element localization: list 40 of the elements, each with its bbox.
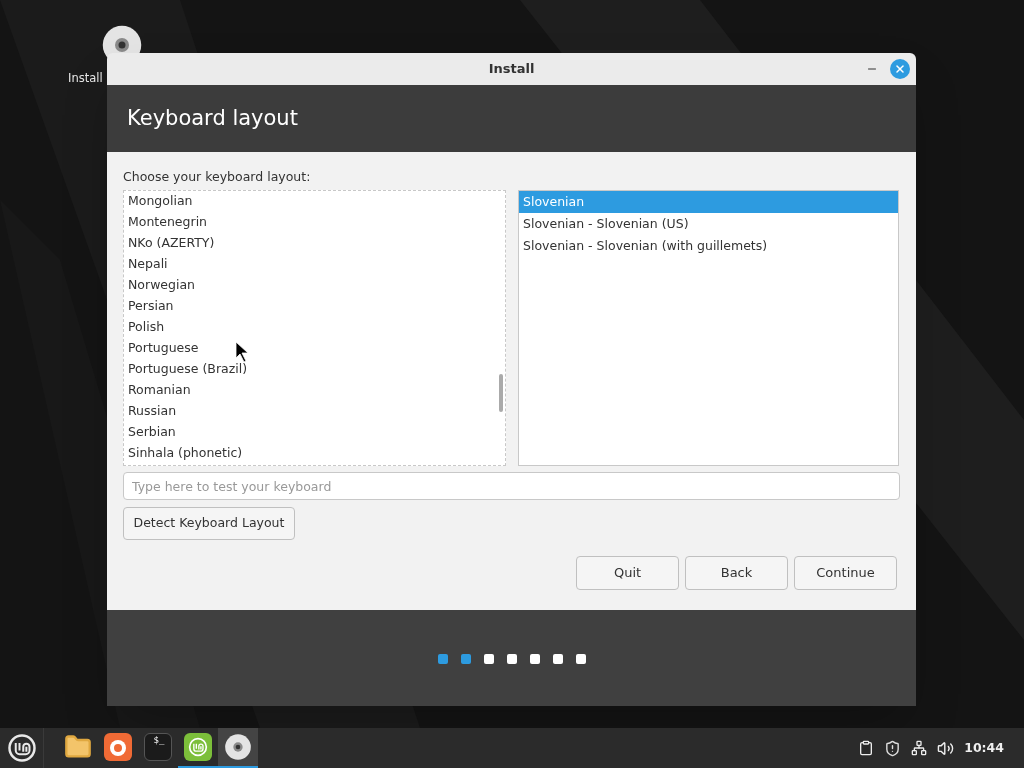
close-button[interactable] — [890, 59, 910, 79]
close-icon — [894, 63, 906, 75]
layout-item[interactable]: Mongolian — [124, 191, 505, 212]
clipboard-icon[interactable] — [858, 740, 875, 756]
layout-item[interactable]: Norwegian — [124, 275, 505, 296]
variant-item[interactable]: Slovenian - Slovenian (with guillemets) — [519, 235, 898, 257]
nav-button[interactable]: Continue — [794, 556, 897, 590]
layout-item[interactable]: Nepali — [124, 254, 505, 275]
layout-item[interactable]: Serbian — [124, 422, 505, 443]
terminal-icon: $_ — [144, 733, 172, 761]
scrollbar-thumb[interactable] — [499, 374, 503, 412]
folder-icon — [64, 733, 92, 761]
test-input-field[interactable]: Type here to test your keyboard — [123, 472, 900, 500]
disc-icon — [224, 733, 252, 761]
layout-item[interactable]: Persian — [124, 296, 505, 317]
desktop-icon-label[interactable]: Install — [68, 70, 103, 88]
layout-item[interactable]: Polish — [124, 317, 505, 338]
variant-item[interactable]: Slovenian - Slovenian (US) — [519, 213, 898, 235]
nav-button[interactable]: Quit — [576, 556, 679, 590]
mouse-cursor-icon — [235, 341, 251, 363]
layout-item[interactable]: Portuguese — [124, 338, 505, 359]
layout-item[interactable]: Montenegrin — [124, 212, 505, 233]
layout-item[interactable]: Romanian — [124, 380, 505, 401]
prompt-text: Choose your keyboard layout: — [123, 168, 312, 186]
layout-item[interactable]: Russian — [124, 401, 505, 422]
layout-item[interactable]: NKo (AZERTY) — [124, 233, 505, 254]
window-title: Install — [488, 60, 535, 79]
nav-button[interactable]: Back — [685, 556, 788, 590]
layout-item[interactable]: Sinhala (phonetic) — [124, 443, 505, 464]
page-heading: Keyboard layout — [127, 104, 298, 132]
mint-logo-icon — [6, 733, 37, 763]
volume-icon[interactable] — [937, 739, 955, 757]
shield-icon[interactable] — [884, 739, 902, 757]
browser-icon — [104, 733, 132, 761]
detect-layout-button[interactable]: Detect Keyboard Layout — [123, 507, 295, 540]
network-icon[interactable] — [911, 740, 928, 756]
clock[interactable]: 10:44 — [964, 738, 1004, 758]
taskbar-app[interactable]: $_ — [138, 728, 178, 768]
taskbar-app[interactable] — [218, 728, 258, 768]
layout-item[interactable]: Portuguese (Brazil) — [124, 359, 505, 380]
